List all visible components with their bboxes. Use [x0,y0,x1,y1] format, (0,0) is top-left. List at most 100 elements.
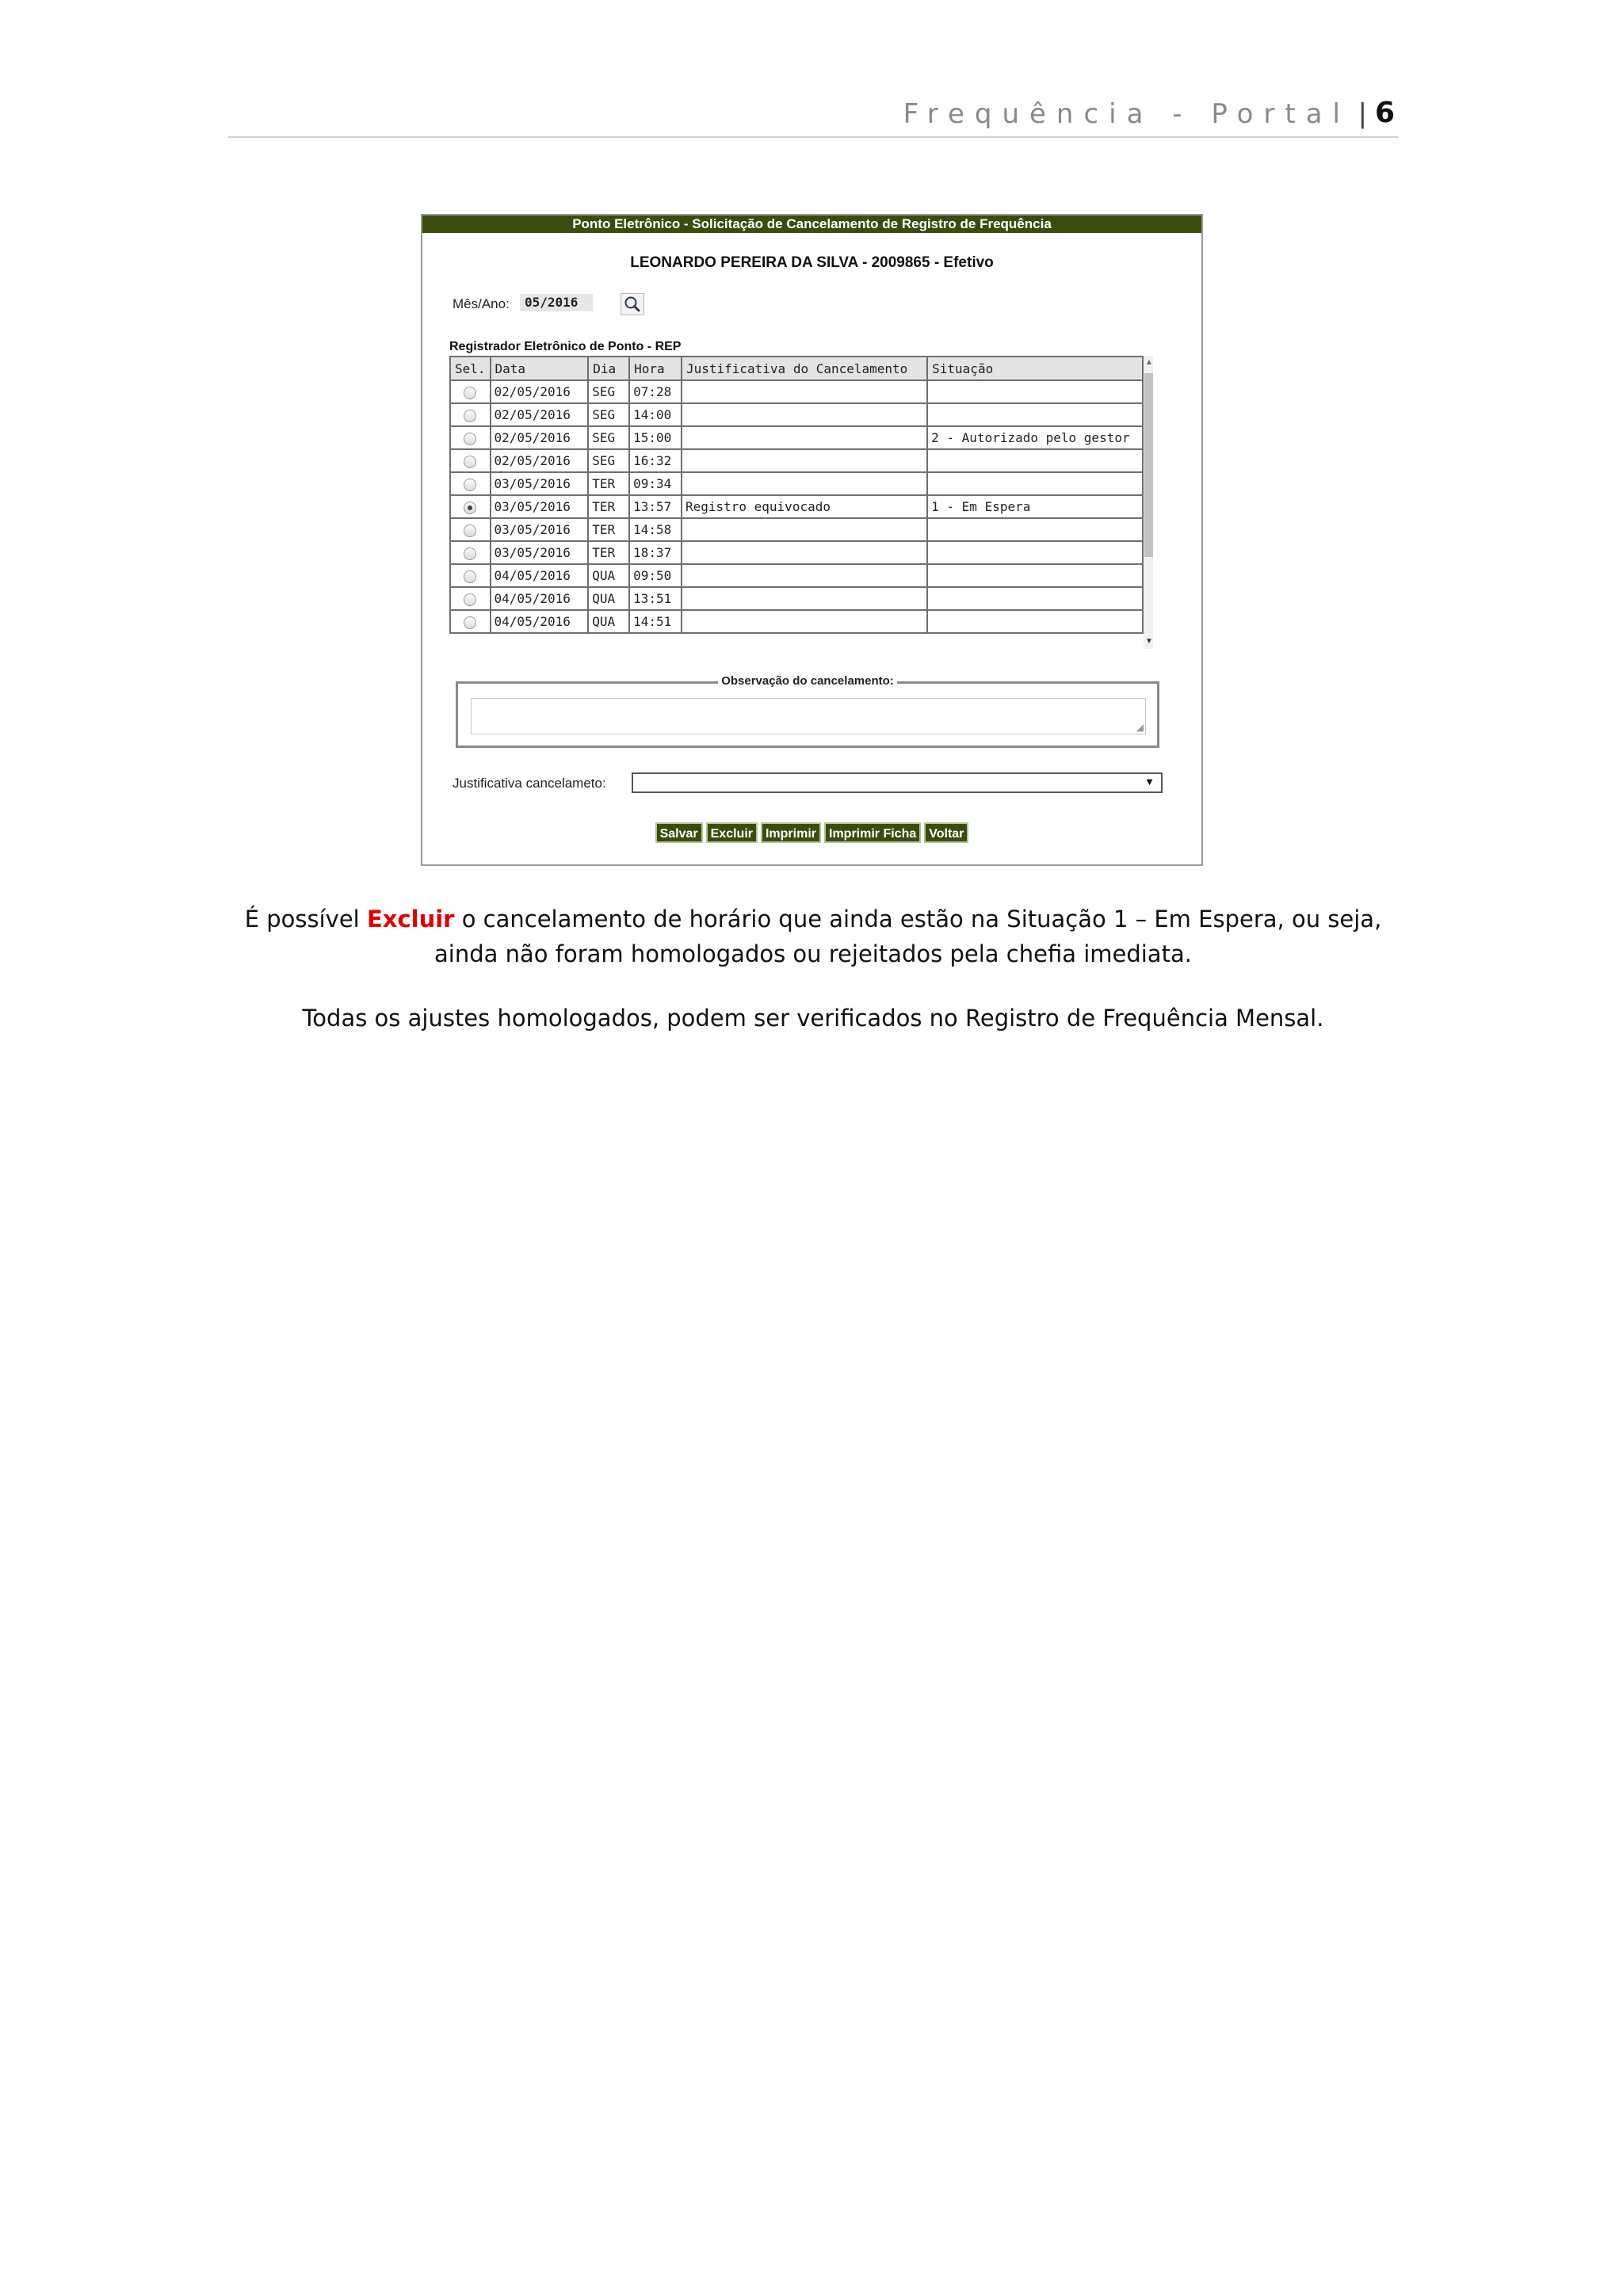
row-radio[interactable] [464,455,477,468]
row-select-cell [449,494,491,519]
row-radio[interactable] [464,432,477,445]
row-select-cell [449,609,491,634]
row-select-cell [449,586,491,611]
table-row[interactable]: 02/05/2016 SEG 16:32 [449,448,1144,473]
mesano-input[interactable]: 05/2016 [520,294,593,311]
screenshot-frame: Ponto Eletrônico - Solicitação de Cancel… [421,214,1203,866]
row-select-cell [449,425,491,450]
table-row[interactable]: 03/05/2016 TER 13:57 Registro equivocado 1 -… [449,494,1144,519]
scroll-down-icon[interactable]: ▼ [1144,636,1153,647]
table-row[interactable]: 04/05/2016 QUA 09:50 [449,563,1144,588]
cell-data: 04/05/2016 [489,563,590,588]
table-header-row: Sel. Data Dia Hora Justificativa do Canc… [449,356,1144,381]
row-select-cell [449,540,491,565]
row-radio[interactable] [464,409,477,422]
employee-name: LEONARDO PEREIRA DA SILVA - 2009865 - Ef… [630,254,994,271]
cell-hora: 13:57 [628,494,682,519]
excluir-highlight: Excluir [366,906,455,933]
row-radio[interactable] [464,616,477,629]
cell-dia: QUA [587,609,631,634]
cell-hora: 14:00 [628,402,682,427]
document-title: Frequência - Portal [903,98,1350,130]
scroll-up-icon[interactable]: ▲ [1144,357,1153,368]
p1-end: o cancelamento de horário que ainda estã… [434,906,1382,967]
row-radio[interactable] [464,593,477,606]
table-row[interactable]: 02/05/2016 SEG 15:00 2 - Autorizado pelo ge… [449,425,1144,450]
cell-hora: 16:32 [628,448,682,473]
row-select-cell [449,471,491,496]
cell-situacao [926,540,1144,565]
cell-data: 04/05/2016 [489,609,590,634]
rep-label: Registrador Eletrônico de Ponto - REP [449,340,682,353]
rep-grid: Sel. Data Dia Hora Justificativa do Canc… [449,356,1153,649]
col-data[interactable]: Data [489,356,590,381]
row-radio[interactable] [464,547,477,560]
p1-start: É possível [244,906,367,933]
table-row[interactable]: 03/05/2016 TER 18:37 [449,540,1144,565]
table-row[interactable]: 04/05/2016 QUA 14:51 [449,609,1144,634]
row-radio[interactable] [464,386,477,399]
cell-dia: TER [587,540,631,565]
cell-dia: SEG [587,402,631,427]
cell-dia: TER [587,517,631,542]
paragraph-excluir: É possível Excluir o cancelamento de hor… [228,902,1398,971]
paragraph-homologados: Todas os ajustes homologados, podem ser … [302,1005,1324,1032]
cell-dia: QUA [587,563,631,588]
imprimir-button[interactable]: Imprimir [760,822,821,843]
table-row[interactable]: 02/05/2016 SEG 14:00 [449,402,1144,427]
cell-hora: 15:00 [628,425,682,450]
cell-situacao [926,517,1144,542]
row-select-cell [449,448,491,473]
col-justificativa[interactable]: Justificativa do Cancelamento [680,356,929,381]
salvar-button[interactable]: Salvar [655,822,703,843]
table-row[interactable]: 04/05/2016 QUA 13:51 [449,586,1144,611]
table-row[interactable]: 03/05/2016 TER 14:58 [449,517,1144,542]
cell-situacao [926,609,1144,634]
search-button[interactable] [621,293,644,315]
excluir-button[interactable]: Excluir [705,822,758,843]
cell-hora: 09:34 [628,471,682,496]
resize-grip-icon[interactable]: ◢ [1136,722,1144,733]
cell-justificativa [680,379,929,404]
table-row[interactable]: 02/05/2016 SEG 07:28 [449,379,1144,404]
voltar-button[interactable]: Voltar [924,822,969,843]
row-radio[interactable] [464,478,477,491]
scrollbar-thumb[interactable] [1144,373,1153,557]
cell-hora: 18:37 [628,540,682,565]
cell-hora: 14:51 [628,609,682,634]
imprimir-ficha-button[interactable]: Imprimir Ficha [824,822,922,843]
cell-dia: SEG [587,379,631,404]
magnifier-icon [624,296,640,312]
observacao-textarea[interactable]: ◢ [471,698,1146,734]
col-hora[interactable]: Hora [628,356,682,381]
dropdown-arrow-icon[interactable]: ▼ [1144,776,1155,788]
col-situacao[interactable]: Situação [926,356,1144,381]
rep-table: Sel. Data Dia Hora Justificativa do Canc… [449,356,1144,634]
cell-justificativa [680,540,929,565]
row-select-cell [449,402,491,427]
cell-situacao [926,471,1144,496]
table-row[interactable]: 03/05/2016 TER 09:34 [449,471,1144,496]
cell-dia: SEG [587,425,631,450]
cell-situacao: 1 - Em Espera [926,494,1144,519]
justificativa-select[interactable]: ▼ [632,772,1163,793]
cell-situacao [926,563,1144,588]
header-separator: | [1358,97,1366,129]
row-radio[interactable] [464,524,477,537]
col-dia[interactable]: Dia [587,356,631,381]
cell-hora: 13:51 [628,586,682,611]
table-scrollbar[interactable]: ▲ ▼ [1144,356,1153,649]
cell-justificativa [680,402,929,427]
row-radio[interactable] [464,501,477,514]
row-radio[interactable] [464,570,477,583]
cell-situacao [926,402,1144,427]
cell-data: 02/05/2016 [489,448,590,473]
observacao-legend: Observação do cancelamento: [718,674,897,688]
cell-situacao [926,379,1144,404]
cell-data: 02/05/2016 [489,402,590,427]
cell-dia: TER [587,471,631,496]
cell-data: 03/05/2016 [489,471,590,496]
cell-data: 03/05/2016 [489,540,590,565]
col-sel[interactable]: Sel. [449,356,491,381]
cell-justificativa [680,471,929,496]
